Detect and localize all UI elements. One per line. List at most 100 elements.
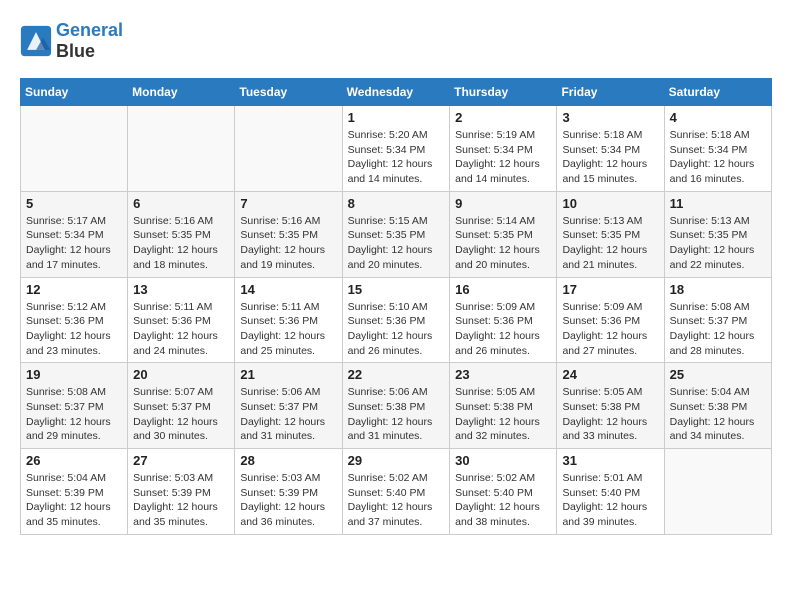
calendar-cell: 12 Sunrise: 5:12 AM Sunset: 5:36 PM Dayli… <box>21 277 128 363</box>
day-info: Sunrise: 5:04 AM Sunset: 5:38 PM Dayligh… <box>670 385 766 444</box>
day-info: Sunrise: 5:19 AM Sunset: 5:34 PM Dayligh… <box>455 128 551 187</box>
calendar-cell: 11 Sunrise: 5:13 AM Sunset: 5:35 PM Dayli… <box>664 191 771 277</box>
day-info: Sunrise: 5:08 AM Sunset: 5:37 PM Dayligh… <box>26 385 122 444</box>
day-info: Sunrise: 5:05 AM Sunset: 5:38 PM Dayligh… <box>455 385 551 444</box>
calendar-cell: 17 Sunrise: 5:09 AM Sunset: 5:36 PM Dayli… <box>557 277 664 363</box>
day-info: Sunrise: 5:13 AM Sunset: 5:35 PM Dayligh… <box>670 214 766 273</box>
calendar-cell: 6Sunrise: 5:16 AM Sunset: 5:35 PM Daylig… <box>128 191 235 277</box>
day-number: 31 <box>562 453 658 468</box>
calendar-week-3: 12 Sunrise: 5:12 AM Sunset: 5:36 PM Dayli… <box>21 277 772 363</box>
calendar-cell: 31Sunrise: 5:01 AM Sunset: 5:40 PM Dayli… <box>557 449 664 535</box>
day-info: Sunrise: 5:16 AM Sunset: 5:35 PM Dayligh… <box>240 214 336 273</box>
weekday-header-monday: Monday <box>128 79 235 106</box>
weekday-header-friday: Friday <box>557 79 664 106</box>
day-info: Sunrise: 5:06 AM Sunset: 5:38 PM Dayligh… <box>348 385 445 444</box>
calendar-header-row: SundayMondayTuesdayWednesdayThursdayFrid… <box>21 79 772 106</box>
day-info: Sunrise: 5:12 AM Sunset: 5:36 PM Dayligh… <box>26 300 122 359</box>
calendar-cell <box>128 106 235 192</box>
day-number: 28 <box>240 453 336 468</box>
day-info: Sunrise: 5:09 AM Sunset: 5:36 PM Dayligh… <box>455 300 551 359</box>
calendar-cell: 7 Sunrise: 5:16 AM Sunset: 5:35 PM Daylig… <box>235 191 342 277</box>
day-info: Sunrise: 5:02 AM Sunset: 5:40 PM Dayligh… <box>455 471 551 530</box>
calendar-cell: 24Sunrise: 5:05 AM Sunset: 5:38 PM Dayli… <box>557 363 664 449</box>
calendar-cell: 9 Sunrise: 5:14 AM Sunset: 5:35 PM Daylig… <box>450 191 557 277</box>
day-number: 15 <box>348 282 445 297</box>
day-info: Sunrise: 5:16 AM Sunset: 5:35 PM Dayligh… <box>133 214 229 273</box>
day-number: 17 <box>562 282 658 297</box>
day-info: Sunrise: 5:03 AM Sunset: 5:39 PM Dayligh… <box>240 471 336 530</box>
day-info: Sunrise: 5:09 AM Sunset: 5:36 PM Dayligh… <box>562 300 658 359</box>
day-number: 4 <box>670 110 766 125</box>
day-info: Sunrise: 5:13 AM Sunset: 5:35 PM Dayligh… <box>562 214 658 273</box>
day-number: 21 <box>240 367 336 382</box>
day-info: Sunrise: 5:07 AM Sunset: 5:37 PM Dayligh… <box>133 385 229 444</box>
day-number: 13 <box>133 282 229 297</box>
day-info: Sunrise: 5:04 AM Sunset: 5:39 PM Dayligh… <box>26 471 122 530</box>
day-info: Sunrise: 5:11 AM Sunset: 5:36 PM Dayligh… <box>133 300 229 359</box>
day-info: Sunrise: 5:20 AM Sunset: 5:34 PM Dayligh… <box>348 128 445 187</box>
day-info: Sunrise: 5:06 AM Sunset: 5:37 PM Dayligh… <box>240 385 336 444</box>
weekday-header-wednesday: Wednesday <box>342 79 450 106</box>
weekday-header-thursday: Thursday <box>450 79 557 106</box>
day-number: 25 <box>670 367 766 382</box>
calendar-cell: 8 Sunrise: 5:15 AM Sunset: 5:35 PM Daylig… <box>342 191 450 277</box>
day-number: 23 <box>455 367 551 382</box>
day-info: Sunrise: 5:17 AM Sunset: 5:34 PM Dayligh… <box>26 214 122 273</box>
calendar-cell: 22 Sunrise: 5:06 AM Sunset: 5:38 PM Dayli… <box>342 363 450 449</box>
calendar-cell: 10 Sunrise: 5:13 AM Sunset: 5:35 PM Dayli… <box>557 191 664 277</box>
weekday-header-sunday: Sunday <box>21 79 128 106</box>
day-info: Sunrise: 5:18 AM Sunset: 5:34 PM Dayligh… <box>670 128 766 187</box>
day-number: 22 <box>348 367 445 382</box>
day-number: 26 <box>26 453 122 468</box>
logo: General Blue <box>20 20 123 62</box>
logo-icon <box>20 25 52 57</box>
day-number: 30 <box>455 453 551 468</box>
calendar-table: SundayMondayTuesdayWednesdayThursdayFrid… <box>20 78 772 535</box>
calendar-cell: 2Sunrise: 5:19 AM Sunset: 5:34 PM Daylig… <box>450 106 557 192</box>
calendar-week-5: 26 Sunrise: 5:04 AM Sunset: 5:39 PM Dayli… <box>21 449 772 535</box>
calendar-cell: 13 Sunrise: 5:11 AM Sunset: 5:36 PM Dayli… <box>128 277 235 363</box>
day-info: Sunrise: 5:11 AM Sunset: 5:36 PM Dayligh… <box>240 300 336 359</box>
day-number: 16 <box>455 282 551 297</box>
calendar-cell <box>235 106 342 192</box>
calendar-cell: 23 Sunrise: 5:05 AM Sunset: 5:38 PM Dayli… <box>450 363 557 449</box>
weekday-header-saturday: Saturday <box>664 79 771 106</box>
calendar-cell: 28 Sunrise: 5:03 AM Sunset: 5:39 PM Dayli… <box>235 449 342 535</box>
calendar-cell: 15Sunrise: 5:10 AM Sunset: 5:36 PM Dayli… <box>342 277 450 363</box>
logo-text: General Blue <box>56 20 123 62</box>
calendar-cell: 5 Sunrise: 5:17 AM Sunset: 5:34 PM Daylig… <box>21 191 128 277</box>
calendar-cell: 18Sunrise: 5:08 AM Sunset: 5:37 PM Dayli… <box>664 277 771 363</box>
calendar-cell: 29 Sunrise: 5:02 AM Sunset: 5:40 PM Dayli… <box>342 449 450 535</box>
day-number: 1 <box>348 110 445 125</box>
day-number: 9 <box>455 196 551 211</box>
calendar-cell: 20 Sunrise: 5:07 AM Sunset: 5:37 PM Dayli… <box>128 363 235 449</box>
calendar-cell: 14Sunrise: 5:11 AM Sunset: 5:36 PM Dayli… <box>235 277 342 363</box>
calendar-cell: 1 Sunrise: 5:20 AM Sunset: 5:34 PM Daylig… <box>342 106 450 192</box>
day-number: 29 <box>348 453 445 468</box>
day-number: 12 <box>26 282 122 297</box>
day-number: 10 <box>562 196 658 211</box>
day-number: 20 <box>133 367 229 382</box>
day-number: 7 <box>240 196 336 211</box>
day-info: Sunrise: 5:14 AM Sunset: 5:35 PM Dayligh… <box>455 214 551 273</box>
calendar-cell: 25 Sunrise: 5:04 AM Sunset: 5:38 PM Dayli… <box>664 363 771 449</box>
day-info: Sunrise: 5:02 AM Sunset: 5:40 PM Dayligh… <box>348 471 445 530</box>
day-number: 5 <box>26 196 122 211</box>
calendar-week-4: 19 Sunrise: 5:08 AM Sunset: 5:37 PM Dayli… <box>21 363 772 449</box>
day-number: 24 <box>562 367 658 382</box>
calendar-cell <box>21 106 128 192</box>
calendar-cell: 16 Sunrise: 5:09 AM Sunset: 5:36 PM Dayli… <box>450 277 557 363</box>
day-number: 11 <box>670 196 766 211</box>
calendar-week-2: 5 Sunrise: 5:17 AM Sunset: 5:34 PM Daylig… <box>21 191 772 277</box>
day-number: 27 <box>133 453 229 468</box>
day-info: Sunrise: 5:15 AM Sunset: 5:35 PM Dayligh… <box>348 214 445 273</box>
calendar-cell: 4 Sunrise: 5:18 AM Sunset: 5:34 PM Daylig… <box>664 106 771 192</box>
calendar-cell: 21 Sunrise: 5:06 AM Sunset: 5:37 PM Dayli… <box>235 363 342 449</box>
day-number: 18 <box>670 282 766 297</box>
calendar-cell: 3Sunrise: 5:18 AM Sunset: 5:34 PM Daylig… <box>557 106 664 192</box>
calendar-body: 1 Sunrise: 5:20 AM Sunset: 5:34 PM Daylig… <box>21 106 772 535</box>
day-number: 8 <box>348 196 445 211</box>
day-number: 19 <box>26 367 122 382</box>
page-header: General Blue <box>20 20 772 62</box>
calendar-cell: 27Sunrise: 5:03 AM Sunset: 5:39 PM Dayli… <box>128 449 235 535</box>
